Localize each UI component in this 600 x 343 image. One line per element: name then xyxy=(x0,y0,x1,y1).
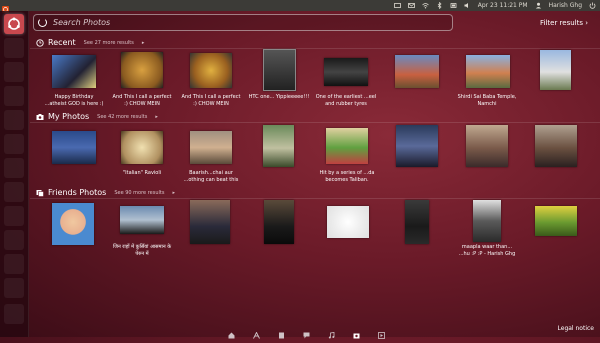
launcher-music-icon[interactable] xyxy=(4,110,24,130)
divider xyxy=(30,122,600,123)
photo-caption: Hit by a series of ...da becomes Taliban… xyxy=(319,170,375,183)
user-icon[interactable] xyxy=(535,2,542,9)
see-more-link[interactable]: See 42 more results xyxy=(97,114,147,120)
photo-caption: Shirdi Sai Baba Temple, Namchi xyxy=(457,94,517,107)
photo-thumbnail[interactable] xyxy=(120,206,164,234)
launcher-spreadsheet-icon[interactable] xyxy=(4,230,24,250)
clock-icon xyxy=(36,38,44,47)
launcher xyxy=(0,11,29,337)
search-input[interactable] xyxy=(53,18,433,27)
photo-caption: HTC one... Yippieeeee!!! xyxy=(248,94,310,100)
section-header-friends-photos: Friends Photos See 90 more results ▸ xyxy=(36,188,175,197)
photo-caption: maapla waar than... ...hu :P :P - Harish… xyxy=(458,244,516,257)
photos-lens-icon[interactable] xyxy=(353,324,360,339)
launcher-settings-icon[interactable] xyxy=(4,134,24,154)
mail-icon[interactable] xyxy=(407,2,415,9)
camera-icon xyxy=(36,113,44,121)
launcher-font-icon[interactable] xyxy=(4,206,24,226)
photo-thumbnail[interactable] xyxy=(396,125,438,167)
photo-thumbnail[interactable] xyxy=(263,49,296,91)
launcher-chromium-icon[interactable] xyxy=(4,86,24,106)
volume-icon[interactable] xyxy=(464,2,471,9)
friends-icon xyxy=(36,189,44,197)
photo-thumbnail[interactable] xyxy=(121,131,163,164)
photo-thumbnail[interactable] xyxy=(395,55,439,88)
photo-thumbnail[interactable] xyxy=(473,200,501,242)
photo-thumbnail[interactable] xyxy=(324,58,368,86)
section-header-my-photos: My Photos See 42 more results ▸ xyxy=(36,112,158,121)
chevron-right-icon: › xyxy=(585,19,589,27)
date-time[interactable]: Apr 23 11:21 PM xyxy=(478,2,528,9)
chevron-right-icon: ▸ xyxy=(141,39,145,46)
photo-caption: "Italian" Ravioli xyxy=(122,170,162,176)
photo-thumbnail[interactable] xyxy=(535,125,577,167)
photo-thumbnail[interactable] xyxy=(466,125,508,167)
photo-thumbnail[interactable] xyxy=(540,50,571,90)
lens-bar xyxy=(228,324,385,339)
files-lens-icon[interactable] xyxy=(278,324,285,339)
photo-caption: And This I call a perfect :) CHOW MEIN xyxy=(112,94,172,107)
photo-caption: जिन राहों में कुर्सियां आसमान के पेरुन म… xyxy=(112,244,172,257)
photo-caption: Baarish...chai aur ...othing can beat th… xyxy=(183,170,239,183)
chevron-right-icon: ▸ xyxy=(172,189,175,196)
see-more-link[interactable]: See 90 more results xyxy=(114,190,164,196)
photo-thumbnail[interactable] xyxy=(52,131,96,164)
launcher-software-center-icon[interactable] xyxy=(4,254,24,274)
see-more-link[interactable]: See 27 more results xyxy=(84,40,134,46)
section-title: Recent xyxy=(48,38,76,47)
photo-thumbnail[interactable] xyxy=(52,203,94,245)
divider xyxy=(30,198,600,199)
power-icon[interactable] xyxy=(589,2,596,9)
photo-thumbnail[interactable] xyxy=(52,55,96,88)
dash-home-button[interactable] xyxy=(0,0,11,13)
social-lens-icon[interactable] xyxy=(303,324,310,339)
video-lens-icon[interactable] xyxy=(378,324,385,339)
music-lens-icon[interactable] xyxy=(328,324,335,339)
launcher-dash-button[interactable] xyxy=(4,14,24,34)
photo-thumbnail[interactable] xyxy=(264,200,294,244)
photo-thumbnail[interactable] xyxy=(190,200,230,244)
applications-lens-icon[interactable] xyxy=(253,324,260,339)
launcher-trash-icon[interactable] xyxy=(4,304,24,324)
photo-thumbnail[interactable] xyxy=(190,53,232,88)
home-lens-icon[interactable] xyxy=(228,324,235,339)
legal-notice-link[interactable]: Legal notice xyxy=(558,325,594,332)
launcher-terminal-icon[interactable] xyxy=(4,158,24,178)
photo-thumbnail[interactable] xyxy=(535,206,577,236)
photo-thumbnail[interactable] xyxy=(466,55,510,88)
photo-caption: Happy Birthday ...atheist GOD is here :) xyxy=(44,94,104,107)
section-title: Friends Photos xyxy=(48,188,107,197)
battery-icon[interactable] xyxy=(450,2,457,9)
launcher-amazon-icon[interactable] xyxy=(4,278,24,298)
divider xyxy=(30,48,600,49)
user-name[interactable]: Harish Ghg xyxy=(549,2,582,9)
launcher-files-icon[interactable] xyxy=(4,38,24,58)
photo-caption: One of the earliest ...eel and rubber ty… xyxy=(315,94,377,107)
photo-caption: And This I call a perfect :) CHOW MEIN xyxy=(181,94,241,107)
filter-results-label: Filter results xyxy=(540,19,584,27)
filter-results-button[interactable]: Filter results › xyxy=(540,19,588,27)
photo-thumbnail[interactable] xyxy=(121,52,163,88)
photo-thumbnail[interactable] xyxy=(326,128,368,164)
search-bar[interactable] xyxy=(33,14,453,31)
launcher-browser-icon[interactable] xyxy=(4,62,24,82)
bluetooth-icon[interactable] xyxy=(436,1,443,10)
launcher-texteditor-icon[interactable] xyxy=(4,182,24,202)
photo-thumbnail[interactable] xyxy=(263,125,294,167)
photo-thumbnail[interactable] xyxy=(327,206,369,238)
top-panel: Apr 23 11:21 PM Harish Ghg xyxy=(0,0,600,11)
search-spinner-icon xyxy=(38,18,47,27)
chevron-right-icon: ▸ xyxy=(155,113,158,120)
section-title: My Photos xyxy=(48,112,90,121)
photo-thumbnail[interactable] xyxy=(190,131,232,164)
photo-thumbnail[interactable] xyxy=(405,200,429,244)
keyboard-icon[interactable] xyxy=(393,2,401,9)
wifi-icon[interactable] xyxy=(421,2,429,9)
section-header-recent: Recent See 27 more results ▸ xyxy=(36,38,144,47)
